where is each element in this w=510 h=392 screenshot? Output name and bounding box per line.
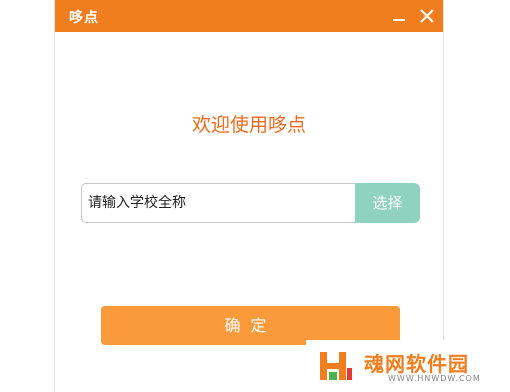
app-window: 哆点 欢迎使用哆点 选择 确定 <box>54 0 444 392</box>
watermark-url: WWW.HNWDW.COM <box>388 374 481 383</box>
welcome-heading: 欢迎使用哆点 <box>191 114 306 136</box>
window-title: 哆点 <box>69 10 99 26</box>
watermark-text: 魂网软件园 <box>364 352 469 376</box>
school-name-input[interactable] <box>81 183 357 223</box>
title-bar[interactable]: 哆点 <box>55 0 443 32</box>
close-icon[interactable] <box>417 6 437 26</box>
select-button[interactable]: 选择 <box>355 183 420 223</box>
minimize-icon[interactable] <box>389 6 409 26</box>
school-search-group: 选择 <box>81 183 420 223</box>
site-watermark: 魂网软件园 WWW.HNWDW.COM <box>306 340 510 392</box>
watermark-logo-icon <box>318 348 354 384</box>
